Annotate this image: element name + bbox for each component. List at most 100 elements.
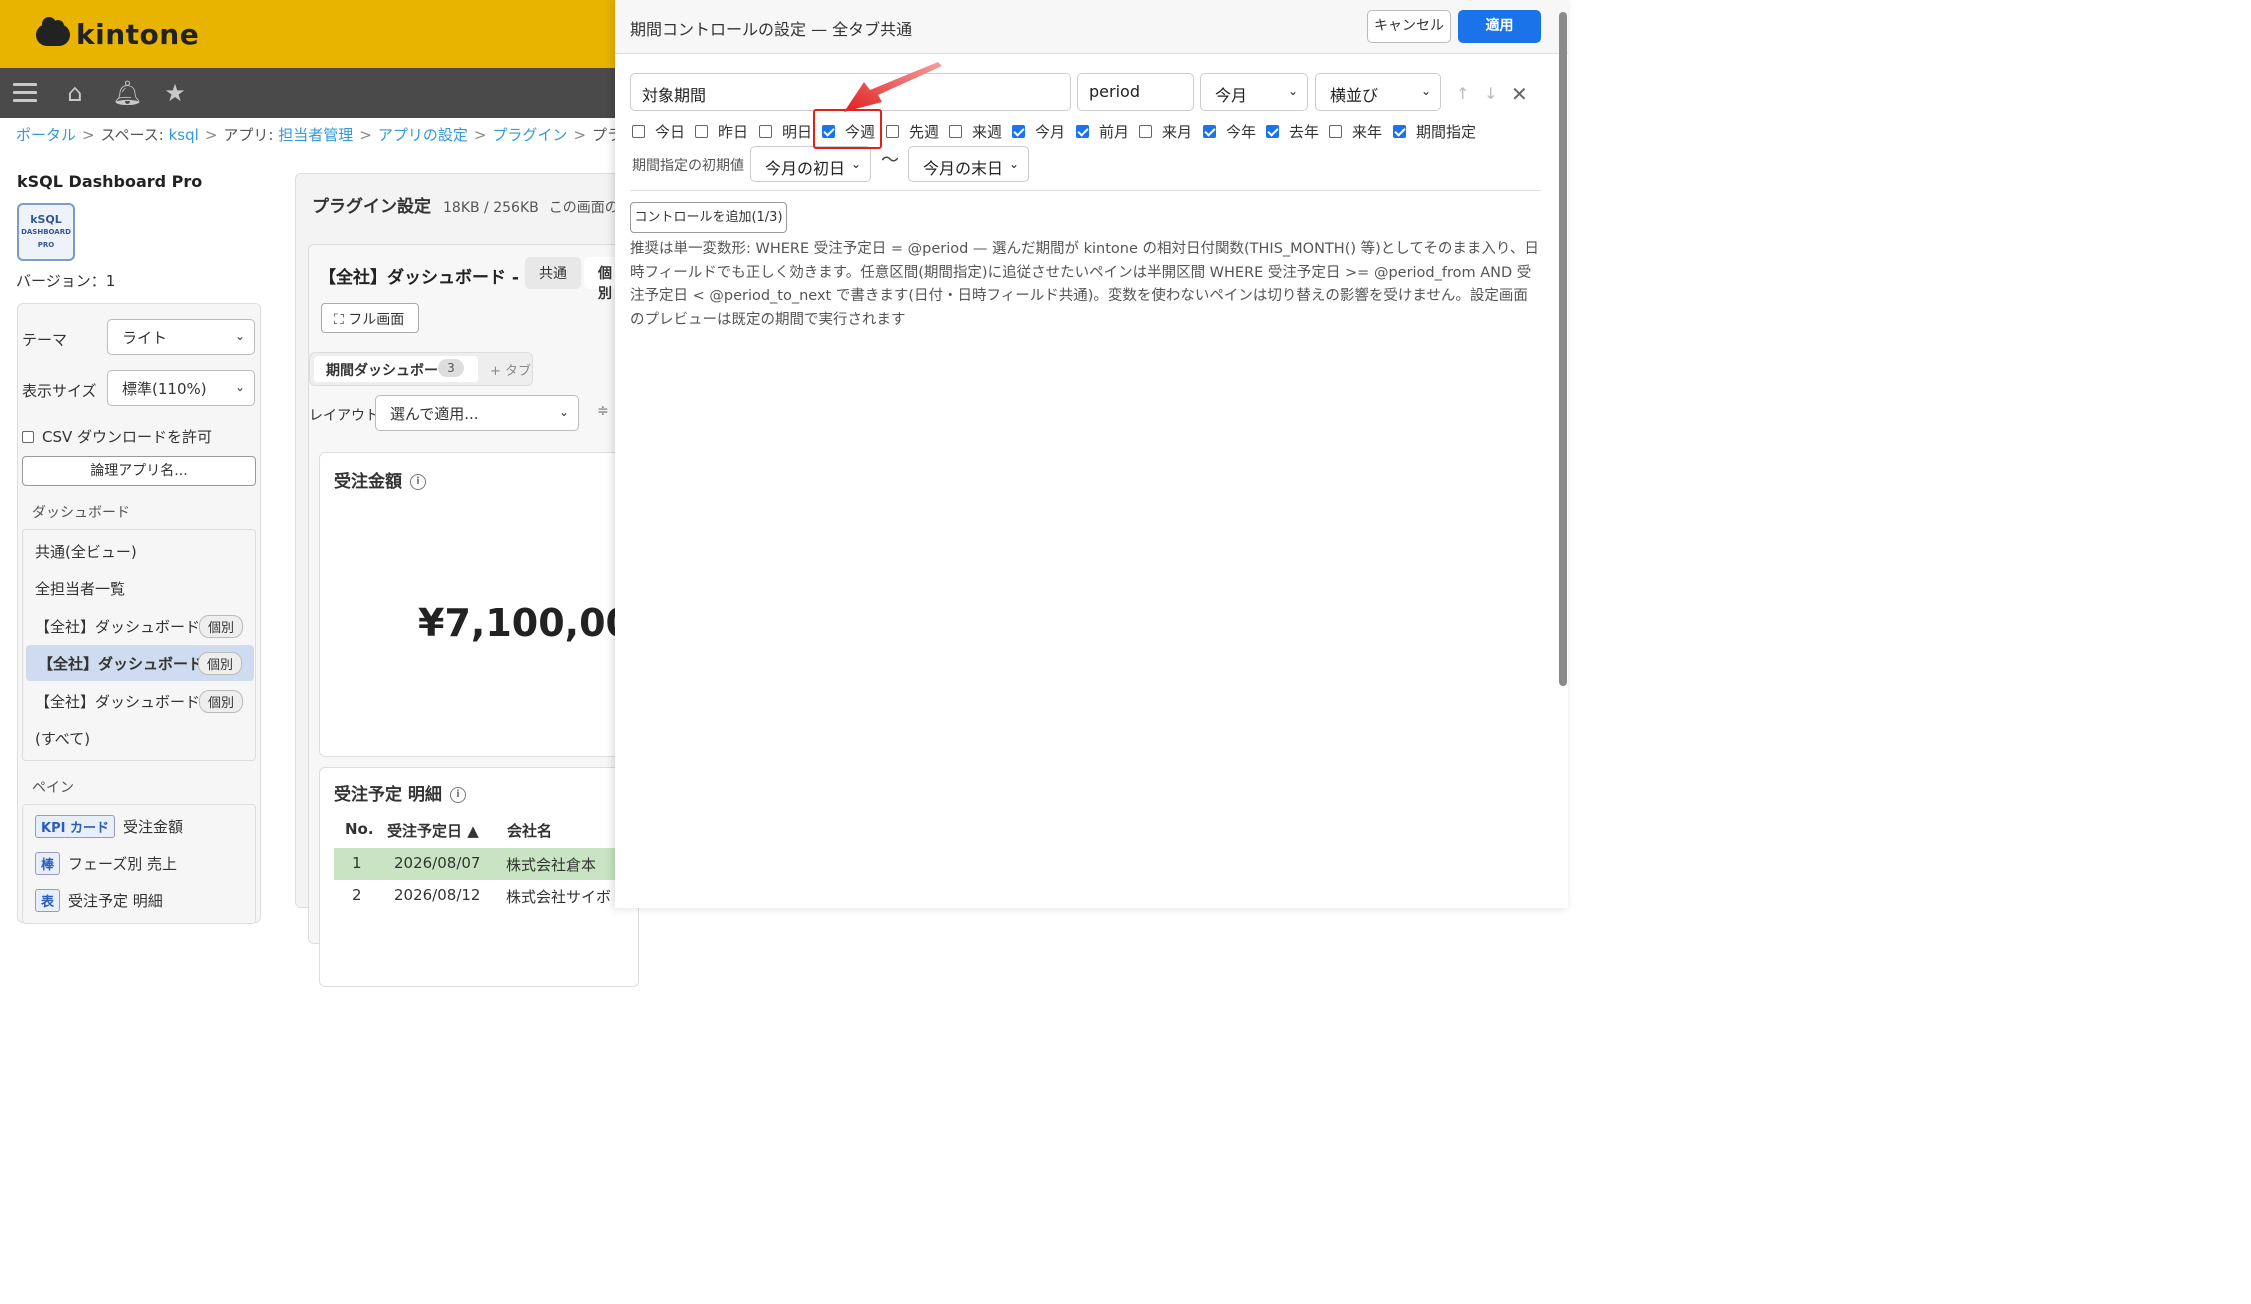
- initial-to-select[interactable]: 今月の末日 ⌄: [908, 146, 1029, 182]
- checkbox-checked[interactable]: [1076, 125, 1089, 138]
- checkbox-checked[interactable]: [1393, 125, 1406, 138]
- dashboard-tab[interactable]: 期間ダッシュボード 3: [314, 356, 478, 382]
- variable-input[interactable]: period: [1077, 73, 1194, 111]
- checkbox-checked[interactable]: [1203, 125, 1216, 138]
- dashboard-item-label: 【全社】ダッシュボード -...: [35, 693, 225, 711]
- add-control-button[interactable]: コントロールを追加(1/3): [630, 202, 787, 233]
- chevron-down-icon: ⌄: [1287, 84, 1298, 98]
- option-label: 期間指定: [1416, 123, 1477, 141]
- pane-item[interactable]: 棒フェーズ別 売上: [35, 852, 177, 875]
- checkbox-checked[interactable]: [1012, 125, 1025, 138]
- breadcrumb-app[interactable]: 担当者管理: [278, 126, 353, 144]
- option-this-month[interactable]: 今月: [1012, 121, 1065, 142]
- info-icon[interactable]: i: [410, 474, 426, 490]
- option-next-week[interactable]: 来週: [949, 121, 1002, 142]
- checkbox[interactable]: [632, 125, 645, 138]
- csv-checkbox[interactable]: [22, 431, 34, 443]
- apply-button[interactable]: 適用: [1458, 10, 1541, 43]
- pane-item[interactable]: 表受注予定 明細: [35, 889, 163, 912]
- column-header[interactable]: 会社名: [507, 820, 552, 841]
- option-last-month[interactable]: 前月: [1076, 121, 1129, 142]
- theme-select[interactable]: ライト ⌄: [107, 319, 255, 355]
- bell-icon[interactable]: 🔔︎: [112, 80, 142, 106]
- logical-app-button[interactable]: 論理アプリ名...: [22, 456, 256, 486]
- breadcrumb-plugin[interactable]: プラグイン: [492, 126, 567, 144]
- checkbox[interactable]: [949, 125, 962, 138]
- left-settings-panel: kSQL Dashboard Pro kSQL DASHBOARD PRO バージ…: [0, 160, 280, 924]
- scrollbar[interactable]: [1559, 12, 1567, 686]
- dashboard-badge: 個別: [198, 615, 243, 638]
- column-header[interactable]: No.: [345, 820, 374, 838]
- checkbox[interactable]: [695, 125, 708, 138]
- default-period-select[interactable]: 今月 ⌄: [1200, 73, 1308, 111]
- breadcrumb: ポータル > スペース: ksql > アプリ: 担当者管理 > アプリの設定 > プラグイン >…: [16, 124, 667, 145]
- option-last-week[interactable]: 先週: [886, 121, 939, 142]
- option-last-year[interactable]: 去年: [1266, 121, 1319, 142]
- dashboard-item[interactable]: (すべて): [23, 720, 255, 756]
- option-this-year[interactable]: 今年: [1203, 121, 1256, 142]
- option-tomorrow[interactable]: 明日: [759, 121, 812, 142]
- dashboard-item[interactable]: 共通(全ビュー): [23, 533, 255, 569]
- initial-range-label: 期間指定の初期値: [632, 158, 744, 174]
- dashboard-tab-count: 3: [438, 359, 464, 377]
- pane-item[interactable]: KPI カード 受注金額: [35, 815, 183, 838]
- cancel-button[interactable]: キャンセル: [1367, 10, 1451, 43]
- option-yesterday[interactable]: 昨日: [695, 121, 748, 142]
- dashboard-badge: 個別: [198, 690, 243, 713]
- settings-box: テーマ ライト ⌄ 表示サイズ 標準(110%) ⌄ CSV ダウンロードを許可 論…: [17, 303, 261, 924]
- pane-type-tag: 棒: [35, 852, 61, 875]
- table-row[interactable]: 1 2026/08/07 株式会社倉本: [334, 848, 634, 880]
- dashboard-item-label: 全担当者一覧: [35, 580, 126, 598]
- kintone-nav: ⌂ 🔔︎ ★: [0, 68, 620, 118]
- option-next-month[interactable]: 来月: [1139, 121, 1192, 142]
- breadcrumb-portal[interactable]: ポータル: [16, 126, 76, 144]
- breadcrumb-app-settings[interactable]: アプリの設定: [378, 126, 468, 144]
- option-next-year[interactable]: 来年: [1329, 121, 1382, 142]
- dashboard-item[interactable]: 【全社】ダッシュボード 個別: [23, 608, 255, 644]
- dashboard-item-label: 共通(全ビュー): [35, 543, 137, 561]
- tab-common[interactable]: 共通: [525, 257, 581, 289]
- column-header[interactable]: 受注予定日 ▲: [387, 820, 479, 841]
- info-icon[interactable]: i: [449, 787, 466, 803]
- menu-icon[interactable]: [13, 83, 37, 103]
- layout-style-select[interactable]: 横並び ⌄: [1315, 73, 1441, 111]
- kintone-logo[interactable]: kintone: [36, 16, 200, 51]
- dashboard-item[interactable]: 【全社】ダッシュボード -... 個別: [23, 683, 255, 719]
- initial-from-select[interactable]: 今月の初日 ⌄: [750, 146, 871, 182]
- checkbox[interactable]: [886, 125, 899, 138]
- table-cell: 株式会社倉本: [506, 856, 597, 874]
- dashboard-item-active[interactable]: 【全社】ダッシュボード ... 個別: [26, 645, 254, 681]
- chevron-down-icon: ⌄: [850, 157, 861, 171]
- remove-control-icon[interactable]: ✕: [1511, 82, 1528, 106]
- layout-style-value: 横並び: [1330, 86, 1379, 105]
- size-select[interactable]: 標準(110%) ⌄: [107, 370, 255, 406]
- pane-item-label: 受注金額: [122, 818, 183, 836]
- version-label: バージョン：1: [16, 272, 116, 290]
- fullscreen-button[interactable]: ⛶ フル画面: [321, 303, 419, 333]
- kpi-title-text: 受注金額: [334, 472, 402, 492]
- home-icon[interactable]: ⌂: [62, 80, 88, 106]
- kpi-card: 受注金額 i ¥7,100,000: [319, 452, 658, 757]
- move-down-icon[interactable]: ↓: [1484, 84, 1497, 103]
- checkbox-checked[interactable]: [1266, 125, 1279, 138]
- main-panel: プラグイン設定 18KB / 256KB この画面の文字 【全社】ダッシュボード -…: [295, 173, 658, 987]
- breadcrumb-space[interactable]: ksql: [169, 126, 199, 144]
- checkbox[interactable]: [1329, 125, 1342, 138]
- dashboard-item[interactable]: 全担当者一覧: [23, 570, 255, 606]
- option-today[interactable]: 今日: [632, 121, 685, 142]
- dashboard-list: 共通(全ビュー) 全担当者一覧 【全社】ダッシュボード 個別 【全社】ダッシュボー…: [22, 529, 256, 761]
- option-custom-range[interactable]: 期間指定: [1393, 121, 1476, 142]
- move-up-icon[interactable]: ↑: [1456, 84, 1469, 103]
- star-icon[interactable]: ★: [162, 80, 188, 106]
- logo-text: kintone: [76, 18, 200, 51]
- table-row[interactable]: 2 2026/08/12 株式会社サイボ: [334, 880, 634, 912]
- sort-icon[interactable]: ≑: [597, 403, 609, 419]
- annotation-arrow-icon: [844, 62, 942, 112]
- checkbox[interactable]: [1139, 125, 1152, 138]
- option-label: 前月: [1099, 123, 1130, 141]
- checkbox[interactable]: [759, 125, 772, 138]
- option-label: 来週: [972, 123, 1003, 141]
- csv-checkbox-row[interactable]: CSV ダウンロードを許可: [22, 426, 212, 447]
- add-tab-button[interactable]: + タブ: [490, 360, 531, 379]
- layout-select[interactable]: 選んで適用... ⌄: [375, 395, 579, 431]
